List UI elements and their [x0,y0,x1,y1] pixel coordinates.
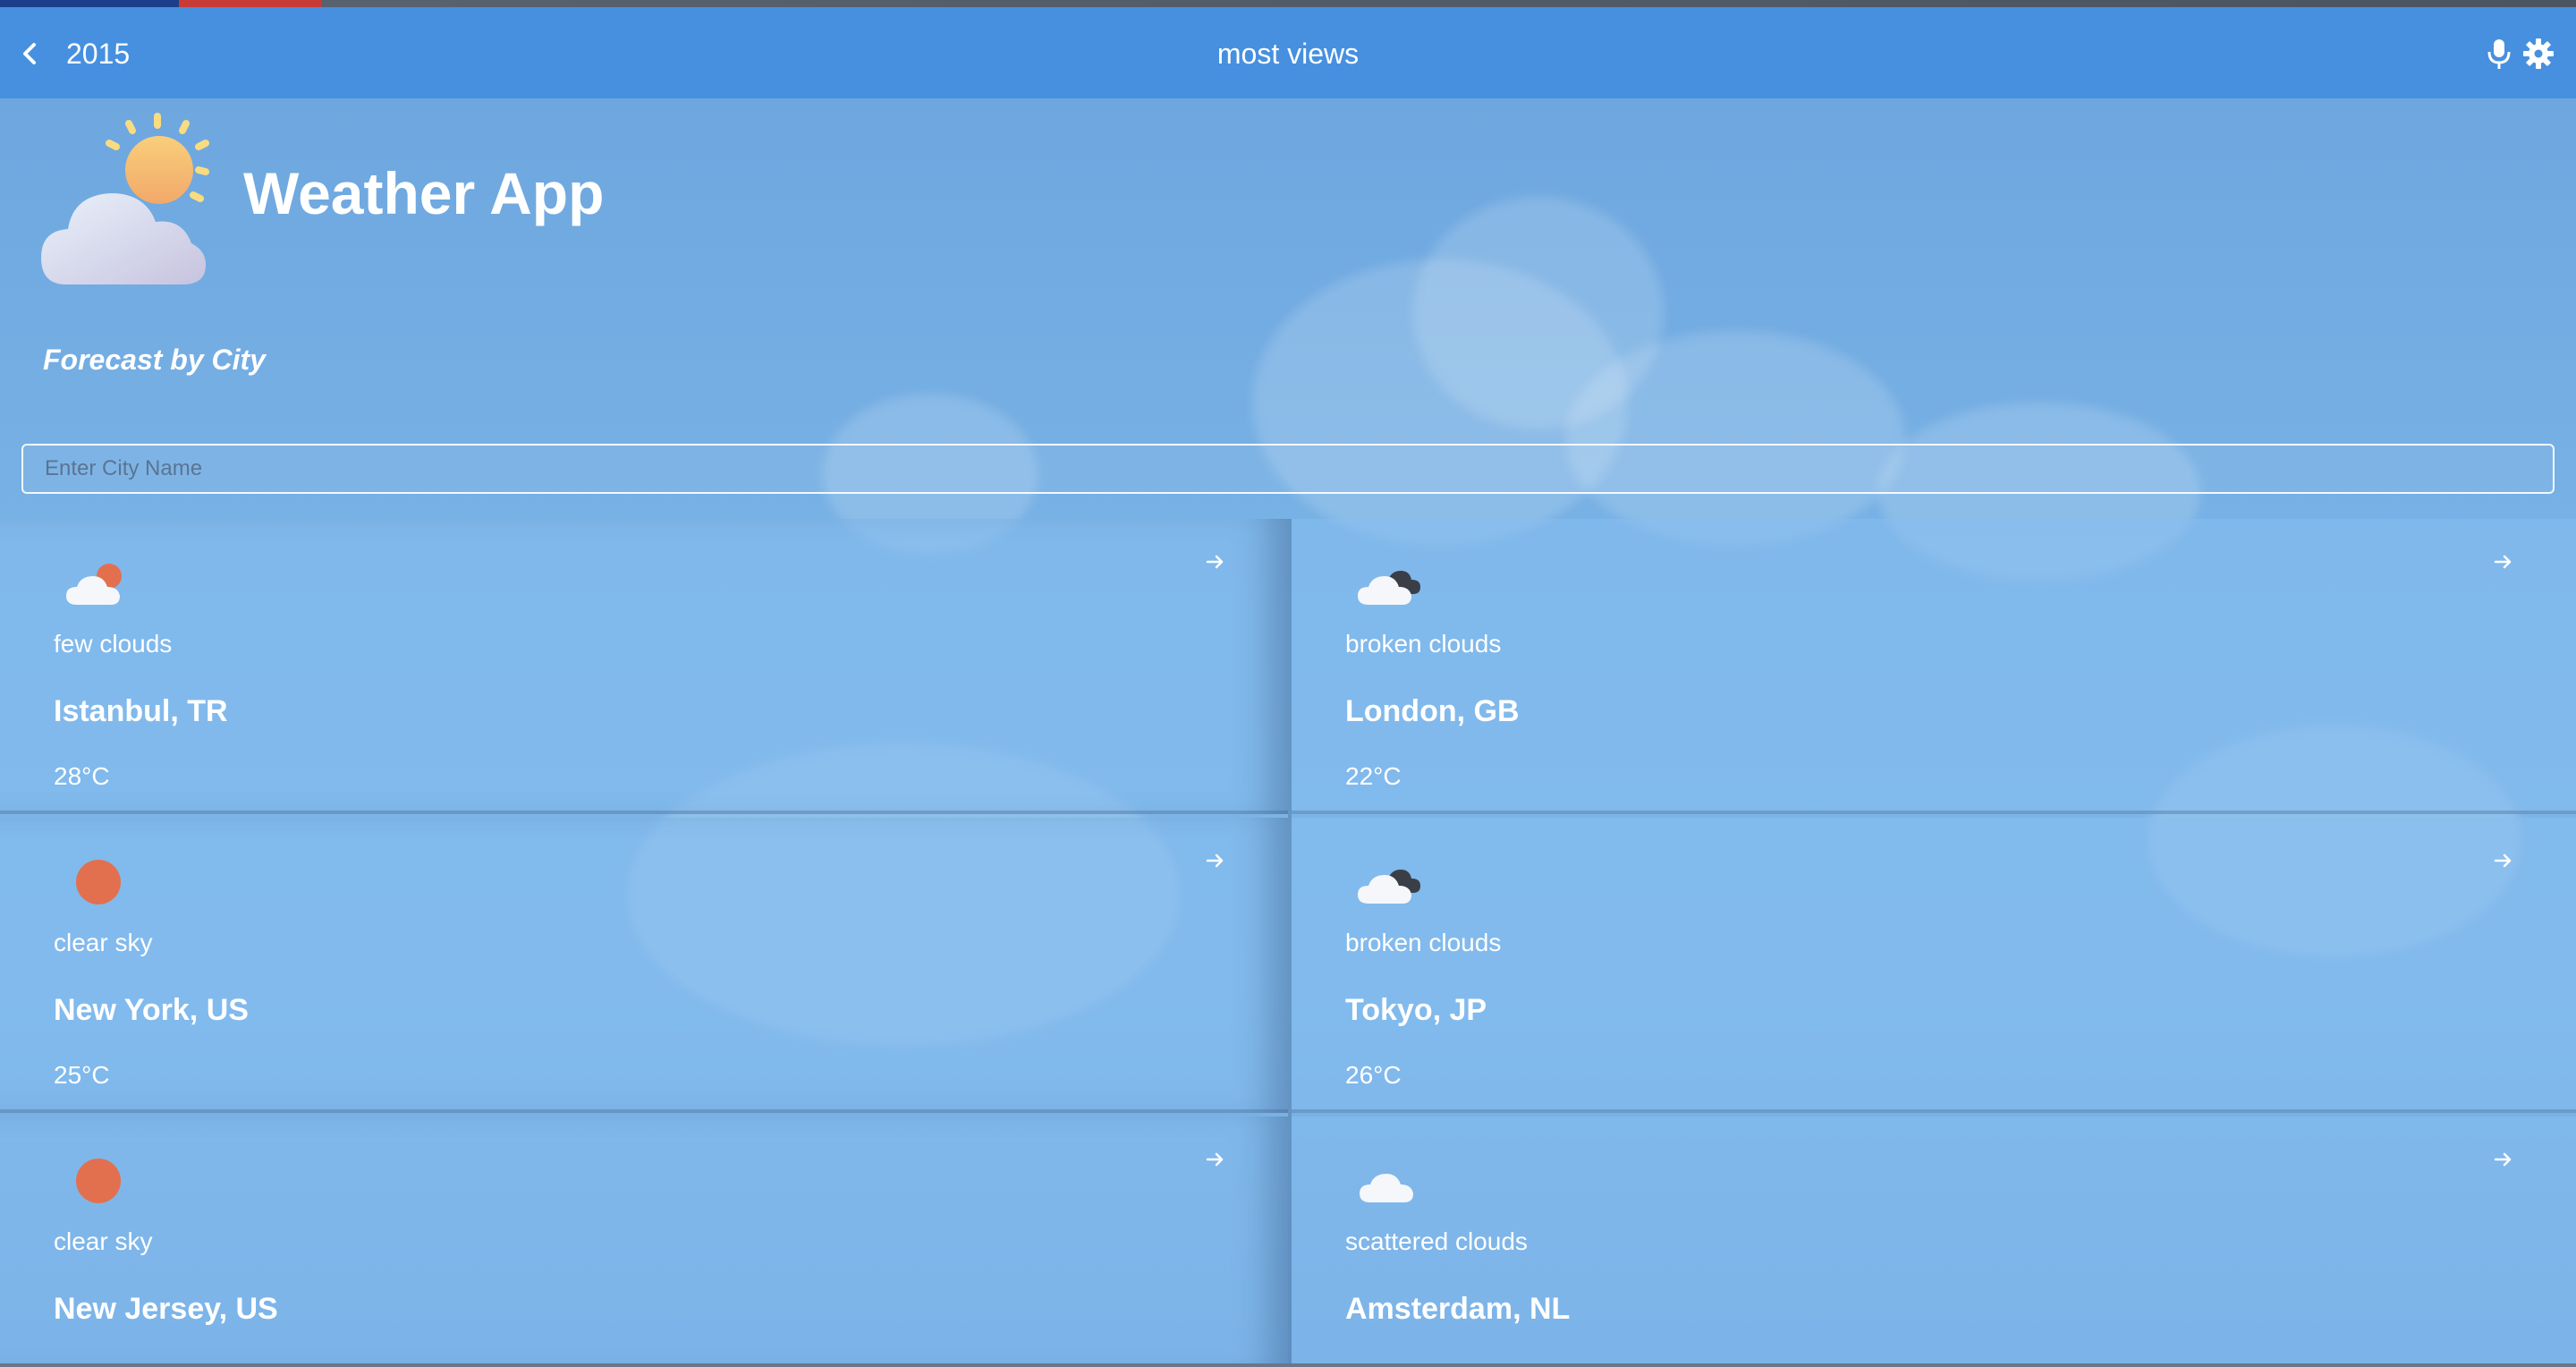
weather-description: few clouds [54,630,173,658]
broken-clouds-icon [1356,558,1424,608]
city-name: Tokyo, JP [1345,993,1487,1027]
header-title: most views [1216,38,1360,70]
weather-description: broken clouds [1345,630,1502,658]
weather-description: clear sky [54,929,153,956]
weather-description: scattered clouds [1345,1227,1528,1255]
window-bottom-edge [0,1363,2576,1367]
city-card[interactable]: scattered clouds Amsterdam, NL [1292,1117,2576,1367]
card-divider [0,811,1288,814]
city-card[interactable]: clear sky New York, US 25°C [0,818,1288,1113]
few-clouds-icon [64,558,132,608]
weather-description: broken clouds [1345,929,1502,956]
city-name: New York, US [54,993,249,1027]
city-temperature: 25°C [54,1061,110,1089]
card-divider [1292,1109,2576,1113]
city-temperature: 22°C [1345,762,1402,790]
header-bar: 2015 most views [0,7,2576,98]
tab-indicator-blue [0,0,179,7]
city-card[interactable]: broken clouds Tokyo, JP 26°C [1292,818,2576,1113]
city-name: London, GB [1345,694,1520,728]
app-subtitle: Forecast by City [43,344,266,376]
city-search-input[interactable] [21,444,2555,494]
arrow-right-icon[interactable] [1202,549,1227,574]
weather-description: clear sky [54,1227,153,1255]
app-title: Weather App [243,160,605,226]
window-top-strip [0,0,2576,7]
column-divider [1288,519,1292,1367]
city-card[interactable]: few clouds Istanbul, TR 28°C [0,519,1288,814]
card-divider [0,1109,1288,1113]
arrow-right-icon[interactable] [2490,549,2515,574]
arrow-right-icon[interactable] [1202,1147,1227,1172]
clear-sky-icon [64,857,132,907]
city-card[interactable]: broken clouds London, GB 22°C [1292,519,2576,814]
scattered-clouds-icon [1356,1156,1424,1206]
gear-icon[interactable] [2521,36,2556,72]
weather-logo-icon [39,107,227,286]
card-divider [1292,811,2576,814]
city-name: Amsterdam, NL [1345,1292,1571,1326]
city-name: New Jersey, US [54,1292,278,1326]
arrow-right-icon[interactable] [1202,848,1227,873]
city-temperature: 26°C [1345,1061,1402,1089]
arrow-right-icon[interactable] [2490,1147,2515,1172]
city-temperature: 28°C [54,762,110,790]
city-card[interactable]: clear sky New Jersey, US [0,1117,1288,1367]
tab-indicator-red [179,0,322,7]
broken-clouds-icon [1356,857,1424,907]
microphone-icon[interactable] [2485,36,2513,72]
city-name: Istanbul, TR [54,694,228,728]
arrow-right-icon[interactable] [2490,848,2515,873]
clear-sky-icon [64,1156,132,1206]
